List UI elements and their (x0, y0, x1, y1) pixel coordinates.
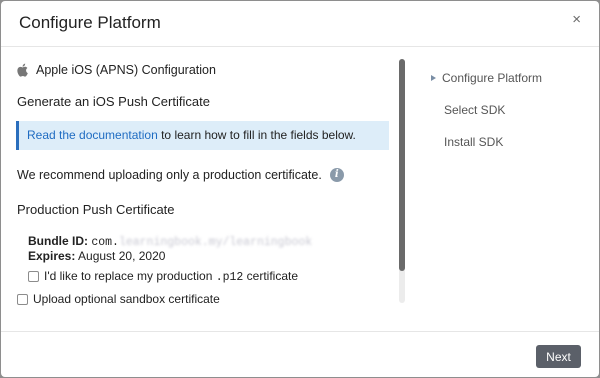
documentation-link[interactable]: Read the documentation (27, 128, 158, 142)
info-icon[interactable]: i (329, 168, 344, 182)
apple-icon (17, 63, 28, 77)
step-configure-platform[interactable]: Configure Platform (431, 71, 542, 85)
bundle-id-prefix: com. (91, 236, 119, 249)
expires-value: August 20, 2020 (78, 249, 166, 263)
section-heading: Generate an iOS Push Certificate (17, 94, 210, 109)
configure-platform-dialog: Configure Platform × Apple iOS (APNS) Co… (1, 1, 599, 377)
replace-label-code: .p12 (215, 271, 244, 284)
step-select-sdk[interactable]: Select SDK (444, 103, 505, 117)
close-icon[interactable]: × (572, 11, 581, 28)
replace-certificate-option[interactable]: I'd like to replace my production .p12 c… (28, 269, 298, 284)
scrollbar-thumb[interactable] (399, 59, 405, 271)
recommendation-text: We recommend uploading only a production… (17, 168, 322, 182)
next-button[interactable]: Next (536, 345, 581, 368)
info-banner-text: to learn how to fill in the fields below… (157, 128, 356, 142)
recommendation-row: We recommend uploading only a production… (17, 168, 344, 182)
replace-label-prefix: I'd like to replace my production (44, 269, 216, 283)
bundle-id-redacted: learningbook.my/learningbook (118, 236, 313, 249)
platform-row: Apple iOS (APNS) Configuration (17, 63, 216, 77)
replace-certificate-label: I'd like to replace my production .p12 c… (44, 269, 298, 284)
dialog-header: Configure Platform × (1, 1, 599, 47)
sandbox-certificate-option[interactable]: Upload optional sandbox certificate (17, 292, 220, 306)
replace-label-suffix: certificate (243, 269, 299, 283)
sandbox-certificate-label: Upload optional sandbox certificate (33, 292, 220, 306)
dialog-title: Configure Platform (19, 13, 161, 32)
expires-label: Expires: (28, 249, 76, 263)
step-label: Configure Platform (442, 71, 543, 85)
platform-label: Apple iOS (APNS) Configuration (36, 63, 216, 77)
dialog-footer: Next (1, 331, 599, 377)
bundle-id-label: Bundle ID: (28, 234, 88, 248)
sandbox-certificate-checkbox[interactable] (17, 293, 28, 305)
certificate-heading: Production Push Certificate (17, 202, 175, 217)
expires-row: Expires: August 20, 2020 (28, 249, 165, 263)
replace-certificate-checkbox[interactable] (28, 271, 39, 282)
step-install-sdk[interactable]: Install SDK (444, 135, 503, 149)
bundle-id-row: Bundle ID: com.learningbook.my/learningb… (28, 234, 312, 249)
caret-right-icon (431, 75, 436, 81)
info-banner: Read the documentation to learn how to f… (16, 121, 389, 150)
configuration-content: Apple iOS (APNS) Configuration Generate … (1, 47, 401, 331)
scrollbar[interactable] (399, 59, 405, 303)
